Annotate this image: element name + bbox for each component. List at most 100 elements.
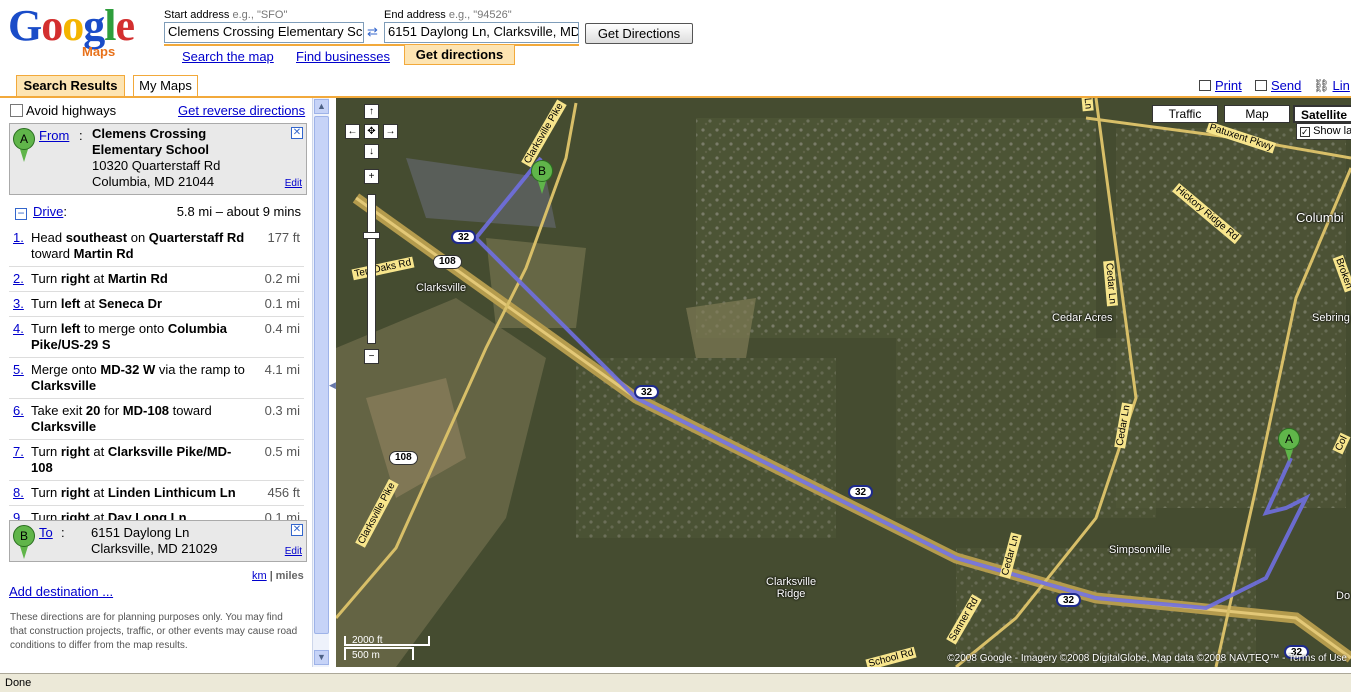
map-copyright: ©2008 Google - Imagery ©2008 DigitalGlob… (947, 653, 1347, 664)
route-32-shield: 32 (634, 385, 660, 399)
pan-right-icon[interactable]: → (383, 124, 398, 139)
step-distance: 0.3 mi (264, 403, 300, 418)
step-number[interactable]: 5. (13, 362, 24, 378)
step-text: Take exit 20 for MD-108 toward Clarksvil… (31, 403, 212, 434)
checkbox-icon[interactable] (10, 104, 23, 117)
place-cedar-acres: Cedar Acres (1052, 312, 1113, 324)
step-text: Turn right at Linden Linthicum Ln (31, 485, 236, 500)
step-distance: 0.5 mi (264, 444, 300, 459)
drive-label[interactable]: Drive (33, 204, 63, 219)
scroll-down-icon[interactable]: ▼ (314, 650, 329, 665)
get-directions-button[interactable]: Get Directions (585, 23, 693, 44)
tab-get-directions[interactable]: Get directions (404, 45, 515, 65)
close-icon[interactable]: ✕ (291, 524, 303, 536)
from-box: A From: Clemens Crossing Elementary Scho… (9, 123, 307, 195)
pan-up-icon[interactable]: ↑ (364, 104, 379, 119)
tab-search-results[interactable]: Search Results (16, 75, 125, 97)
step-number[interactable]: 4. (13, 321, 24, 337)
route-108-shield: 108 (433, 255, 462, 269)
step-text: Merge onto MD-32 W via the ramp to Clark… (31, 362, 245, 393)
zoom-out-icon[interactable]: − (364, 349, 379, 364)
close-icon[interactable]: ✕ (291, 127, 303, 139)
link-link[interactable]: ⛓ Lin (1313, 78, 1350, 94)
step-number[interactable]: 6. (13, 403, 24, 419)
direction-step[interactable]: 8. Turn right at Linden Linthicum Ln 456 f… (9, 481, 304, 506)
drive-summary: 5.8 mi – about 9 mins (176, 204, 301, 219)
step-number[interactable]: 3. (13, 296, 24, 312)
edit-from-link[interactable]: Edit (285, 178, 302, 189)
google-maps-logo[interactable]: Google Maps (8, 4, 158, 64)
zoom-slider-track[interactable] (367, 194, 376, 344)
step-text: Turn right at Martin Rd (31, 271, 168, 286)
satellite-button[interactable]: Satellite (1293, 105, 1351, 123)
marker-b-icon: B (13, 525, 35, 559)
units-toggle: km | miles (252, 570, 304, 582)
step-text: Turn right at Clarksville Pike/MD-108 (31, 444, 232, 475)
envelope-icon (1255, 80, 1267, 91)
tab-find-businesses[interactable]: Find businesses (296, 49, 390, 64)
place-clarksville-ridge: Clarksville Ridge (766, 576, 817, 600)
edit-to-link[interactable]: Edit (285, 546, 302, 557)
panel-scrollbar[interactable]: ▲ ▼ (312, 98, 329, 667)
reverse-directions-link[interactable]: Get reverse directions (178, 103, 305, 118)
step-distance: 0.1 mi (264, 296, 300, 311)
direction-step[interactable]: 4. Turn left to merge onto Columbia Pike/… (9, 317, 304, 358)
add-destination-link[interactable]: Add destination ... (9, 584, 113, 599)
tab-my-maps[interactable]: My Maps (133, 75, 198, 97)
direction-step[interactable]: 1. Head southeast on Quarterstaff Rd towa… (9, 226, 304, 267)
collapse-minus-icon[interactable]: − (15, 207, 27, 220)
from-label[interactable]: From (39, 128, 69, 143)
direction-step[interactable]: 6. Take exit 20 for MD-108 toward Clarksv… (9, 399, 304, 440)
print-link[interactable]: Print (1199, 78, 1242, 93)
zoom-in-icon[interactable]: + (364, 169, 379, 184)
map-button[interactable]: Map (1224, 105, 1290, 123)
to-label[interactable]: To (39, 525, 53, 540)
marker-b-icon[interactable]: B (531, 160, 553, 194)
direction-step[interactable]: 2. Turn right at Martin Rd 0.2 mi (9, 267, 304, 292)
send-link[interactable]: Send (1255, 78, 1301, 93)
step-number[interactable]: 8. (13, 485, 24, 501)
pan-down-icon[interactable]: ↓ (364, 144, 379, 159)
direction-step[interactable]: 7. Turn right at Clarksville Pike/MD-108 0… (9, 440, 304, 481)
step-distance: 0.4 mi (264, 321, 300, 336)
directions-panel: Avoid highways Get reverse directions A … (0, 98, 312, 668)
step-distance: 4.1 mi (264, 362, 300, 377)
step-text: Turn left to merge onto Columbia Pike/US… (31, 321, 228, 352)
marker-a-icon[interactable]: A (1278, 428, 1300, 462)
map-imagery (336, 98, 1351, 667)
miles-label: miles (275, 570, 304, 582)
pan-center-icon[interactable]: ✥ (364, 124, 379, 139)
step-number[interactable]: 1. (13, 230, 24, 246)
satellite-map[interactable]: B A 32 32 32 32 32 108 108 Clarksville C… (336, 98, 1351, 667)
collapse-panel-icon[interactable]: ◀ (329, 380, 336, 391)
scroll-up-icon[interactable]: ▲ (314, 99, 329, 114)
show-labels-checkbox[interactable]: ✓ Show la (1296, 123, 1351, 140)
route-32-shield: 32 (451, 230, 477, 244)
check-icon[interactable]: ✓ (1300, 127, 1310, 137)
step-number[interactable]: 7. (13, 444, 24, 460)
start-address-input[interactable]: Clemens Crossing Elementary Sc (164, 22, 364, 43)
traffic-button[interactable]: Traffic (1152, 105, 1218, 123)
direction-step[interactable]: 3. Turn left at Seneca Dr 0.1 mi (9, 292, 304, 317)
step-number[interactable]: 2. (13, 271, 24, 287)
from-address: 10320 Quarterstaff Rd Columbia, MD 21044 (92, 158, 221, 189)
place-clarksville: Clarksville (416, 282, 467, 294)
place-columbia: Columbi (1296, 210, 1344, 225)
direction-step[interactable]: 5. Merge onto MD-32 W via the ramp to Cla… (9, 358, 304, 399)
scroll-thumb[interactable] (314, 116, 329, 634)
place-simpsonville: Simpsonville (1109, 544, 1171, 556)
to-box: B To: 6151 Daylong Ln Clarksville, MD 210… (9, 520, 307, 562)
pan-left-icon[interactable]: ← (345, 124, 360, 139)
logo-maps-text: Maps (82, 44, 116, 59)
start-address-label: Start address e.g., "SFO" (164, 9, 288, 21)
place-do: Do (1336, 590, 1351, 602)
zoom-slider-knob[interactable] (363, 232, 380, 239)
avoid-highways-checkbox[interactable]: Avoid highways (10, 103, 116, 118)
disclaimer-text: These directions are for planning purpos… (10, 612, 298, 651)
end-address-input[interactable]: 6151 Daylong Ln, Clarksville, MD (384, 22, 579, 43)
tab-search-the-map[interactable]: Search the map (182, 49, 274, 64)
step-distance: 177 ft (267, 230, 300, 245)
step-distance: 456 ft (267, 485, 300, 500)
swap-addresses-icon[interactable]: ⇄ (367, 24, 378, 40)
km-link[interactable]: km (252, 570, 267, 582)
